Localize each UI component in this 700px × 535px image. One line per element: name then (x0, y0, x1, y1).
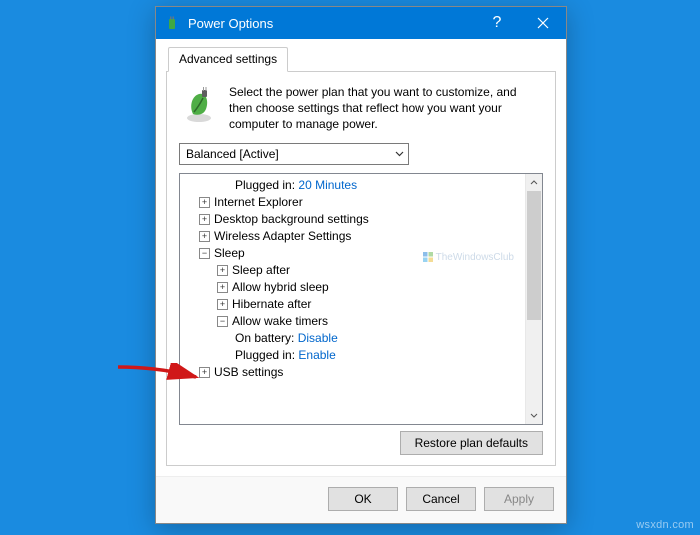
expand-icon[interactable]: + (217, 265, 228, 276)
close-button[interactable] (520, 7, 566, 39)
label: On battery: (235, 331, 294, 345)
scroll-track[interactable] (526, 191, 542, 407)
scroll-thumb[interactable] (527, 191, 541, 321)
value-link[interactable]: Disable (298, 331, 338, 345)
tabstrip: Advanced settings (166, 47, 556, 72)
tree-row-sleep-after[interactable]: + Sleep after (183, 262, 523, 279)
label: Hibernate after (232, 297, 311, 311)
tree-row-hibernate-after[interactable]: + Hibernate after (183, 296, 523, 313)
apply-button[interactable]: Apply (484, 487, 554, 511)
tree-row-plugged-in[interactable]: Plugged in: Enable (183, 347, 523, 364)
intro: Select the power plan that you want to c… (179, 84, 543, 133)
tab-body: Select the power plan that you want to c… (166, 72, 556, 466)
expand-icon[interactable]: + (199, 214, 210, 225)
tab-advanced-settings[interactable]: Advanced settings (168, 47, 288, 72)
dialog-buttons: OK Cancel Apply (156, 476, 566, 523)
scroll-down-button[interactable] (526, 407, 542, 424)
ok-button[interactable]: OK (328, 487, 398, 511)
label: Plugged in: (235, 178, 295, 192)
window-title: Power Options (188, 16, 474, 31)
power-plan-icon (179, 84, 219, 124)
tree-row-allow-wake[interactable]: − Allow wake timers (183, 313, 523, 330)
label: Sleep after (232, 263, 290, 277)
chevron-down-icon (395, 151, 404, 157)
label: Internet Explorer (214, 195, 303, 209)
power-plan-select[interactable]: Balanced [Active] (179, 143, 409, 165)
expand-icon[interactable]: + (217, 282, 228, 293)
tree-row-ie[interactable]: + Internet Explorer (183, 194, 523, 211)
tree-row-wireless[interactable]: + Wireless Adapter Settings (183, 228, 523, 245)
vertical-scrollbar[interactable] (525, 174, 542, 424)
scroll-up-button[interactable] (526, 174, 542, 191)
cancel-button[interactable]: Cancel (406, 487, 476, 511)
watermark: TheWindowsClub (423, 252, 514, 263)
label: Wireless Adapter Settings (214, 229, 351, 243)
titlebar[interactable]: Power Options ? (156, 7, 566, 39)
client-area: Advanced settings Select the power plan … (156, 39, 566, 476)
collapse-icon[interactable]: − (217, 316, 228, 327)
label: Desktop background settings (214, 212, 369, 226)
settings-tree: Plugged in: 20 Minutes + Internet Explor… (179, 173, 543, 425)
help-button[interactable]: ? (474, 7, 520, 39)
restore-defaults-button[interactable]: Restore plan defaults (400, 431, 543, 455)
credit: wsxdn.com (636, 519, 694, 531)
label: Sleep (214, 246, 245, 260)
value-link[interactable]: 20 Minutes (298, 178, 357, 192)
expand-icon[interactable]: + (199, 197, 210, 208)
power-icon (164, 15, 180, 31)
label: USB settings (214, 365, 283, 379)
tree-row-plugged-in-top[interactable]: Plugged in: 20 Minutes (183, 177, 523, 194)
label: Plugged in: (235, 348, 295, 362)
tree-row-usb[interactable]: + USB settings (183, 364, 523, 381)
tree-row-on-battery[interactable]: On battery: Disable (183, 330, 523, 347)
power-options-dialog: Power Options ? Advanced settings (155, 6, 567, 524)
tree-content[interactable]: Plugged in: 20 Minutes + Internet Explor… (180, 174, 525, 424)
power-plan-selected: Balanced [Active] (186, 147, 279, 161)
expand-icon[interactable]: + (199, 231, 210, 242)
tree-row-allow-hybrid[interactable]: + Allow hybrid sleep (183, 279, 523, 296)
expand-icon[interactable]: + (217, 299, 228, 310)
collapse-icon[interactable]: − (199, 248, 210, 259)
intro-text: Select the power plan that you want to c… (229, 84, 543, 133)
tree-row-desktop-bg[interactable]: + Desktop background settings (183, 211, 523, 228)
label: Allow wake timers (232, 314, 328, 328)
expand-icon[interactable]: + (199, 367, 210, 378)
value-link[interactable]: Enable (298, 348, 335, 362)
label: Allow hybrid sleep (232, 280, 329, 294)
